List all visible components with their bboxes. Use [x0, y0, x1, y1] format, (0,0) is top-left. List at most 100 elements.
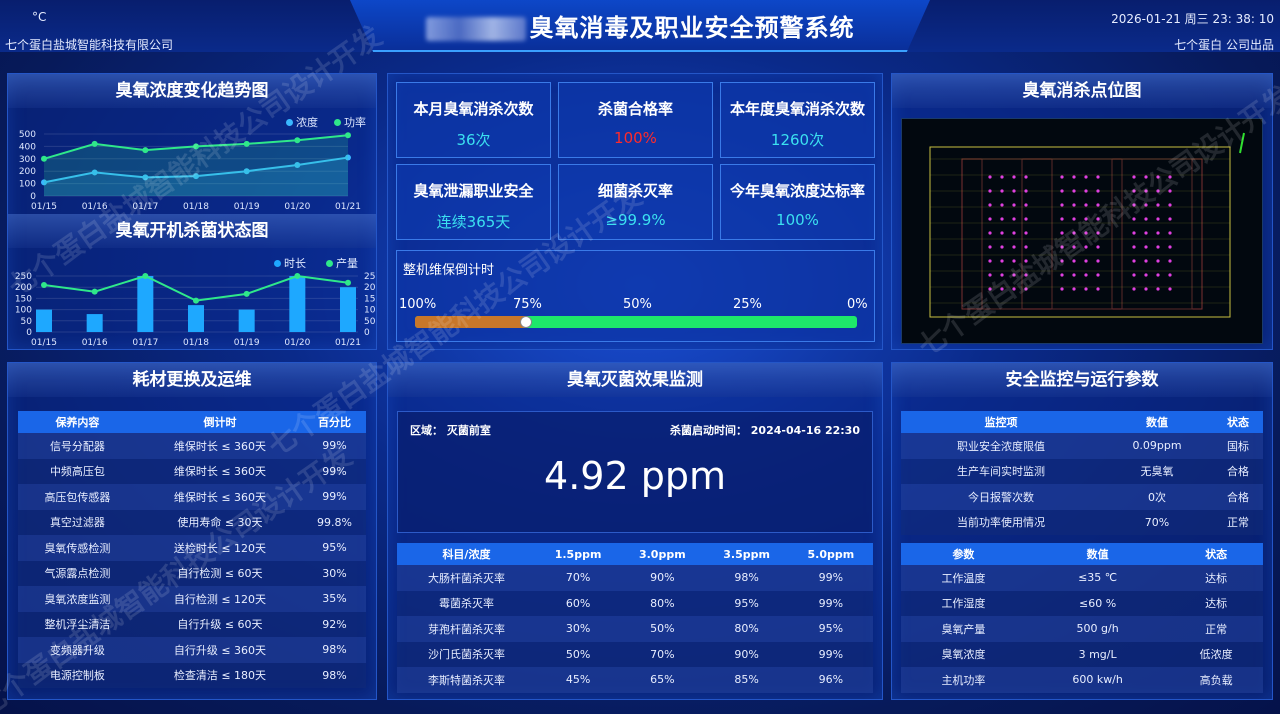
sterilize-point: [1024, 259, 1028, 263]
sterilize-point: [1132, 203, 1136, 207]
sterilize-point: [1132, 175, 1136, 179]
sterilize-point: [1000, 189, 1004, 193]
table-row: 电源控制板 检查清洁 ≤ 180天 98%: [18, 662, 366, 688]
table-cell: 30%: [535, 616, 621, 642]
table-cell: 电源控制板: [18, 662, 137, 688]
sterilize-point: [988, 231, 992, 235]
table-cell: 真空过滤器: [18, 509, 137, 535]
sterilize-point: [988, 175, 992, 179]
y-tick-label: 100: [15, 306, 32, 316]
sterilize-point: [988, 287, 992, 291]
y-tick-label: 400: [19, 142, 36, 152]
table-row: 变频器升级 自行升级 ≤ 360天 98%: [18, 637, 366, 663]
progress-knob[interactable]: [519, 316, 532, 328]
sterilize-point: [1168, 175, 1172, 179]
sterilize-point: [1132, 259, 1136, 263]
sterilize-point: [1168, 287, 1172, 291]
trend-chart: 500 400 300 200 100 001/15 01/16 01/17 01/18 01/1…: [19, 130, 361, 212]
data-point: [91, 288, 98, 295]
ozone-reading: 4.92 ppm: [544, 454, 726, 498]
table-row: 信号分配器 维保时长 ≤ 360天 99%: [18, 433, 366, 459]
table-cell: 大肠杆菌杀灭率: [397, 565, 536, 591]
tick-100: 100%: [399, 297, 437, 312]
y-tick-label: 500: [19, 130, 36, 140]
sterilize-point: [1072, 273, 1076, 277]
sterilize-point: [1096, 273, 1100, 277]
sterilize-point: [1000, 273, 1004, 277]
table-cell: 送检时长 ≤ 120天: [136, 535, 304, 561]
sterilize-point: [1096, 189, 1100, 193]
table-cell: 80%: [620, 590, 705, 616]
table-cell: 使用寿命 ≤ 30天: [136, 509, 304, 535]
table-row: 真空过滤器 使用寿命 ≤ 30天 99.8%: [18, 509, 366, 535]
sterilize-point: [1060, 287, 1064, 291]
table-row: 高压包传感器 维保时长 ≤ 360天 99%: [18, 484, 366, 510]
bar: [36, 309, 52, 332]
table-header: 保养内容 倒计时 百分比: [18, 411, 366, 433]
sterilize-point: [1144, 259, 1148, 263]
sterilize-point: [1024, 287, 1028, 291]
sterilize-point: [1060, 203, 1064, 207]
sterilize-point: [1000, 259, 1004, 263]
table-cell: 50%: [620, 616, 705, 642]
data-point: [243, 290, 250, 297]
table-cell: 检查清洁 ≤ 180天: [136, 662, 304, 688]
sterilize-point: [1000, 287, 1004, 291]
table-cell: 3 mg/L: [1025, 641, 1170, 667]
datetime: 2026-01-21 周三 23: 38: 10: [1111, 12, 1274, 26]
table-cell: 99%: [303, 484, 366, 510]
table-cell: 低浓度: [1169, 641, 1263, 667]
table-row: 今日报警次数 0次 合格: [901, 484, 1263, 510]
sterilize-point: [1156, 217, 1160, 221]
table-cell: 80%: [704, 616, 789, 642]
table-cell: 95%: [704, 590, 789, 616]
sterilize-point: [1144, 287, 1148, 291]
sterilize-point: [1012, 203, 1016, 207]
table-header: 参数 数值 状态: [901, 543, 1263, 565]
y-tick-label: 150: [15, 294, 32, 304]
efficacy-table: 科目/浓度 1.5ppm 3.0ppm 3.5ppm 5.0ppm 大肠杆菌杀灭率 70% 9…: [397, 543, 873, 693]
x-tick-label: 01/18: [183, 338, 209, 348]
sterilize-point: [1144, 217, 1148, 221]
table-cell: 99%: [303, 458, 366, 484]
status-chart: 25025020020015015010010050500001/1501/16…: [15, 272, 376, 348]
data-point: [193, 143, 199, 150]
bar: [86, 314, 103, 332]
table-cell: 臭氧浓度: [901, 641, 1026, 667]
north-arrow-icon: [1239, 132, 1245, 154]
x-tick-label: 01/17: [132, 202, 158, 212]
x-tick-label: 01/18: [183, 202, 209, 212]
data-point: [142, 273, 149, 279]
table-row: 李斯特菌杀灭率 45% 65% 85% 96%: [397, 667, 873, 693]
table-cell: 98%: [303, 637, 366, 663]
table-cell: 今日报警次数: [901, 484, 1102, 510]
table-row: 大肠杆菌杀灭率 70% 90% 98% 99%: [397, 565, 873, 591]
sterilize-point: [1096, 259, 1100, 263]
sterilize-point: [1060, 189, 1064, 193]
table-cell: 70%: [535, 565, 621, 591]
progress-used: [415, 316, 526, 328]
runtime-params-table: 参数 数值 状态 工作温度 ≤35 ℃ 达标 工作湿度 ≤60 % 达标 臭氧产量 500 g/h 正…: [901, 543, 1263, 693]
status-legend-output: 产量: [326, 255, 358, 271]
table-cell: 变频器升级: [18, 637, 137, 663]
table-cell: 李斯特菌杀灭率: [397, 667, 536, 693]
map-panel: 臭氧消杀点位图: [891, 73, 1273, 350]
sterilize-point: [1072, 217, 1076, 221]
table-cell: 整机浮尘清洁: [18, 611, 137, 637]
sterilize-point: [1096, 245, 1100, 249]
area-label: 区域： 灭菌前室: [410, 424, 491, 437]
safety-monitor-table: 监控项 数值 状态 职业安全浓度限值 0.09ppm 国标 生产车间实时监测 无臭氧 合格 今日报…: [901, 411, 1263, 535]
sterilize-point: [1084, 203, 1088, 207]
table-cell: 自行检测 ≤ 120天: [136, 586, 304, 612]
sterilize-point: [1144, 245, 1148, 249]
title-banner: 臭氧消毒及职业安全预警系统: [350, 0, 930, 52]
table-row: 臭氧产量 500 g/h 正常: [901, 616, 1263, 642]
x-tick-label: 01/15: [31, 202, 57, 212]
table-cell: 99%: [788, 641, 873, 667]
maintenance-box: 整机维保倒计时 100% 75% 50% 25% 0%: [396, 250, 875, 342]
table-cell: 95%: [788, 616, 873, 642]
table-row: 主机功率 600 kw/h 高负载: [901, 667, 1263, 693]
floor-plan[interactable]: [901, 118, 1263, 344]
sterilize-point: [1060, 245, 1064, 249]
data-point: [41, 281, 47, 288]
